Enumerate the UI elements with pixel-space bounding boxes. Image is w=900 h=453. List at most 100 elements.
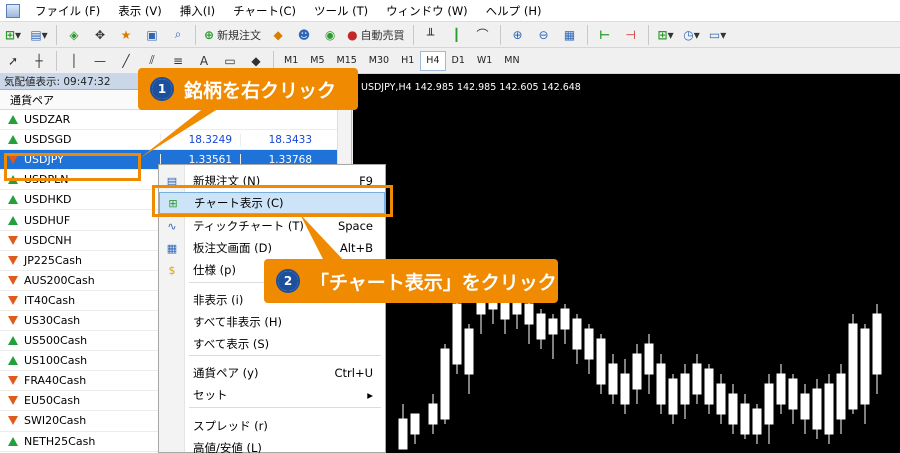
symbol-cell: IT40Cash (0, 294, 160, 307)
context-menu-label: すべて非表示 (H) (193, 315, 283, 329)
depth-of-market-icon: ▦ (166, 241, 178, 255)
horizontal-line-icon[interactable]: — (89, 50, 111, 72)
data-window-icon[interactable]: ✥ (89, 24, 111, 46)
symbol-name: EU50Cash (24, 394, 81, 408)
zoom-in-icon[interactable]: ⊕ (507, 24, 529, 46)
toolbar-separator (56, 50, 57, 71)
symbol-name: US100Cash (24, 354, 88, 368)
crosshair-icon[interactable]: ┼ (28, 50, 50, 72)
candle-body (752, 408, 762, 435)
vertical-line-icon[interactable]: │ (63, 50, 85, 72)
arrow-up-icon (8, 215, 18, 225)
context-menu-item[interactable]: すべて表示 (S) (159, 333, 385, 355)
symbol-cell: US100Cash (0, 354, 160, 367)
templates-icon[interactable]: ▭ ▾ (707, 24, 729, 46)
timeframe-d1[interactable]: D1 (446, 51, 471, 71)
menu-window[interactable]: ウィンドウ (W) (377, 0, 477, 22)
market-watch-icon[interactable]: ◈ (63, 24, 85, 46)
symbol-cell: AUS200Cash (0, 274, 160, 287)
context-menu-item[interactable]: すべて非表示 (H) (159, 311, 385, 333)
signals-icon[interactable]: ◉ (319, 24, 341, 46)
candle-body (788, 378, 798, 410)
arrow-down-icon (8, 376, 18, 386)
symbol-cell: USDHUF (0, 214, 160, 227)
timeframe-mn[interactable]: MN (498, 51, 525, 71)
context-menu-item[interactable]: ▦ 板注文画面 (D) Alt+B (159, 237, 385, 259)
profiles-icon[interactable]: ▤ ▾ (28, 24, 50, 46)
symbol-cell: EU50Cash (0, 394, 160, 407)
candle-body (572, 318, 582, 350)
toolbar-separator (195, 24, 196, 45)
table-row[interactable]: USDZAR (0, 110, 351, 131)
context-menu-item[interactable]: セット ▸ (159, 384, 385, 406)
new-order-button[interactable]: ⊕ 新規注文 (202, 24, 263, 46)
standard-toolbar: ⊞ ▾ ▤ ▾ ◈ ✥ ★ ▣ ⌕ ⊕ 新規注文 ◆ ☻ ◉ ● 自動売買 ╨ ┃ ⌒ … (0, 22, 900, 48)
symbol-name: USDHKD (24, 193, 72, 207)
indicators-icon[interactable]: ⊞ ▾ (655, 24, 677, 46)
timeframe-m30[interactable]: M30 (363, 51, 395, 71)
step1-badge: 1 (150, 77, 174, 101)
menu-insert[interactable]: 挿入(I) (171, 0, 224, 22)
candle-body (608, 363, 618, 395)
context-menu-item[interactable]: 高値/安値 (L) (159, 437, 385, 453)
context-menu-separator (189, 407, 381, 408)
candlestick-icon[interactable]: ┃ (446, 24, 468, 46)
step2-text: 「チャート表示」をクリック (310, 271, 557, 294)
trendline-icon[interactable]: ╱ (115, 50, 137, 72)
new-chart-icon[interactable]: ⊞ ▾ (2, 24, 24, 46)
line-studies-toolbar: ➚ ┼ │ — ╱ ⫽ ≡ A ▭ ◆ M1 M5 M15 M30 H1 H4 D1 W1 MN (0, 48, 900, 74)
symbol-name: IT40Cash (24, 293, 76, 307)
symbol-cell: NETH25Cash (0, 435, 160, 448)
symbol-name: US500Cash (24, 334, 88, 348)
bar-chart-icon[interactable]: ╨ (420, 24, 442, 46)
auto-trade-label: 自動売買 (360, 28, 405, 42)
symbol-cell: FRA40Cash (0, 374, 160, 387)
auto-trade-button[interactable]: ● 自動売買 (345, 24, 406, 46)
cursor-icon[interactable]: ➚ (2, 50, 24, 72)
arrow-up-icon (8, 436, 18, 446)
context-menu-label: スプレッド (r) (193, 419, 268, 433)
menu-chart[interactable]: チャート(C) (224, 0, 305, 22)
periods-icon[interactable]: ◷ ▾ (681, 24, 703, 46)
line-chart-icon[interactable]: ⌒ (472, 24, 494, 46)
app-icon (6, 3, 20, 18)
context-menu-item[interactable]: 通貨ペア (y) Ctrl+U (159, 362, 385, 384)
context-menu-item[interactable]: スプレッド (r) (159, 415, 385, 437)
candle-body (656, 363, 666, 405)
menu-help[interactable]: ヘルプ (H) (477, 0, 551, 22)
terminal-icon[interactable]: ▣ (141, 24, 163, 46)
toolbar-separator (586, 24, 588, 45)
arrow-down-icon (8, 396, 18, 406)
symbol-column-header[interactable]: 通貨ペア (0, 92, 160, 108)
timeframe-w1[interactable]: W1 (471, 51, 498, 71)
symbol-cell: SWI20Cash (0, 414, 160, 427)
navigator-icon[interactable]: ★ (115, 24, 137, 46)
metaeditor-icon[interactable]: ◆ (267, 24, 289, 46)
symbol-cell: JP225Cash (0, 254, 160, 267)
menu-tools[interactable]: ツール (T) (305, 0, 377, 22)
symbol-cell: USDHKD (0, 193, 160, 206)
strategy-tester-icon[interactable]: ⌕ (167, 24, 189, 46)
chart-shift-icon[interactable]: ⊣ (620, 24, 642, 46)
symbol-name: USDZAR (24, 113, 71, 127)
symbol-name: SWI20Cash (24, 414, 87, 428)
chart-autoscroll-icon[interactable]: ⊢ (594, 24, 616, 46)
menu-file[interactable]: ファイル (F) (26, 0, 109, 22)
symbol-name: NETH25Cash (24, 434, 96, 448)
timeframe-h1[interactable]: H1 (395, 51, 420, 71)
toolbar-separator (647, 24, 649, 45)
context-menu-item[interactable]: ∿ ティックチャート (T) Space (159, 215, 385, 237)
symbol-name: AUS200Cash (24, 273, 95, 287)
zoom-out-icon[interactable]: ⊖ (533, 24, 555, 46)
specification-icon: $ (168, 263, 176, 277)
table-row[interactable]: USDSGD 18.3249 18.3433 (0, 130, 351, 151)
timeframe-h4[interactable]: H4 (420, 50, 446, 71)
symbol-name: USDCNH (24, 233, 72, 247)
candle-body (464, 328, 474, 375)
menu-view[interactable]: 表示 (V) (109, 0, 171, 22)
candle-body (584, 328, 594, 360)
candle-body (860, 328, 870, 405)
tile-windows-icon[interactable]: ▦ (559, 24, 581, 46)
arrow-down-icon (8, 235, 18, 245)
community-icon[interactable]: ☻ (293, 24, 315, 46)
